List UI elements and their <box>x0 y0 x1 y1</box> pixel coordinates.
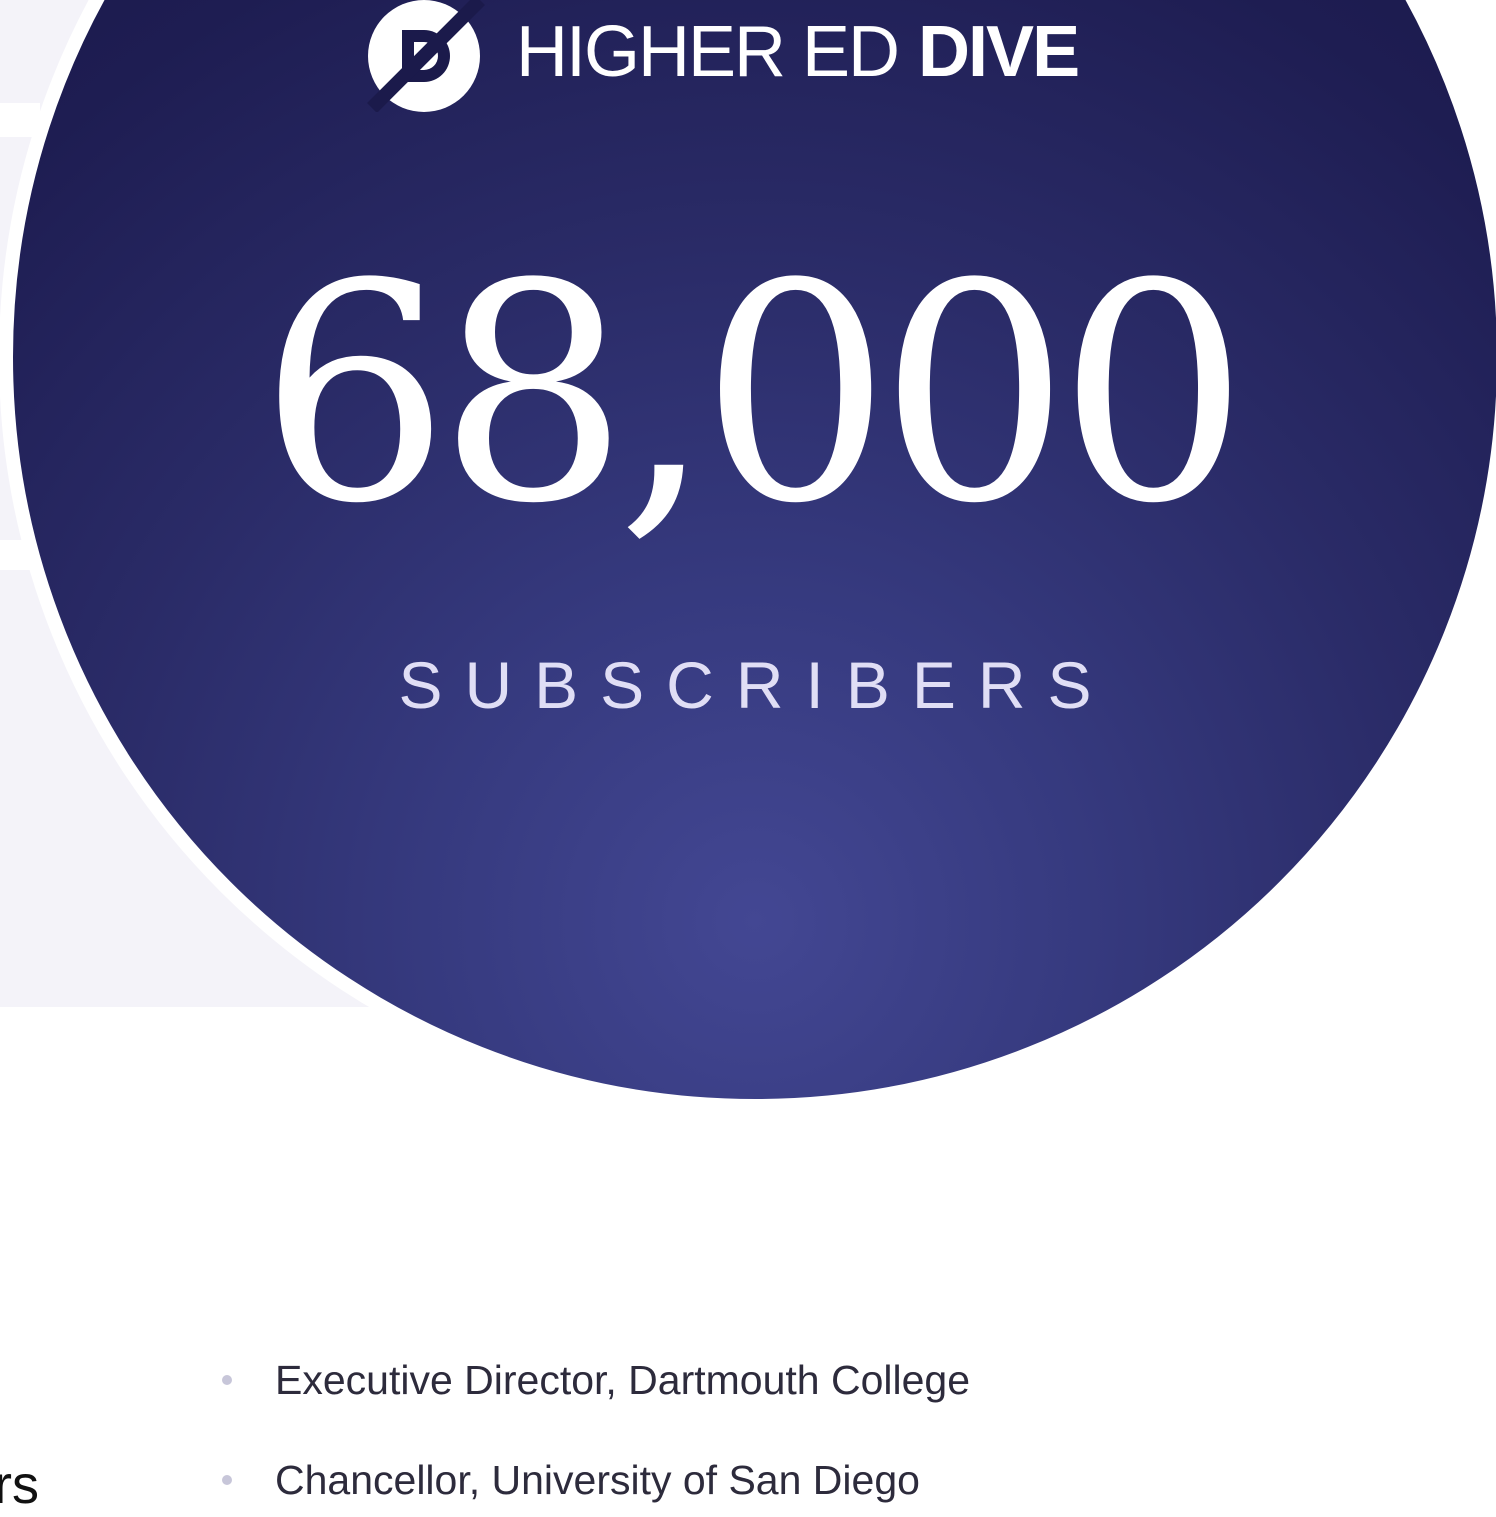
page: HIGHER ED DIVE 68,000 SUBSCRIBERS Executi… <box>0 0 1496 1517</box>
list-item: Chancellor, University of San Diego <box>222 1430 970 1517</box>
bullet-icon <box>222 1375 232 1385</box>
brand-name-bold: DIVE <box>918 12 1080 92</box>
reader-title: Executive Director, Dartmouth College <box>275 1356 971 1403</box>
list-item: Executive Director, Dartmouth College <box>222 1330 970 1430</box>
bullet-icon <box>222 1475 232 1485</box>
dive-logo-icon <box>367 0 485 112</box>
subscriber-label: SUBSCRIBERS <box>398 648 1114 722</box>
brand-wordmark: HIGHER ED DIVE <box>516 16 1080 88</box>
reader-list: Executive Director, Dartmouth College Ch… <box>222 1330 970 1517</box>
section-heading-fragment: rs <box>0 1455 39 1515</box>
brand-name-light: HIGHER ED <box>516 12 900 92</box>
brand-logo: HIGHER ED DIVE <box>362 0 1080 112</box>
reader-title: Chancellor, University of San Diego <box>275 1456 920 1503</box>
subscriber-count: 68,000 <box>259 220 1249 569</box>
